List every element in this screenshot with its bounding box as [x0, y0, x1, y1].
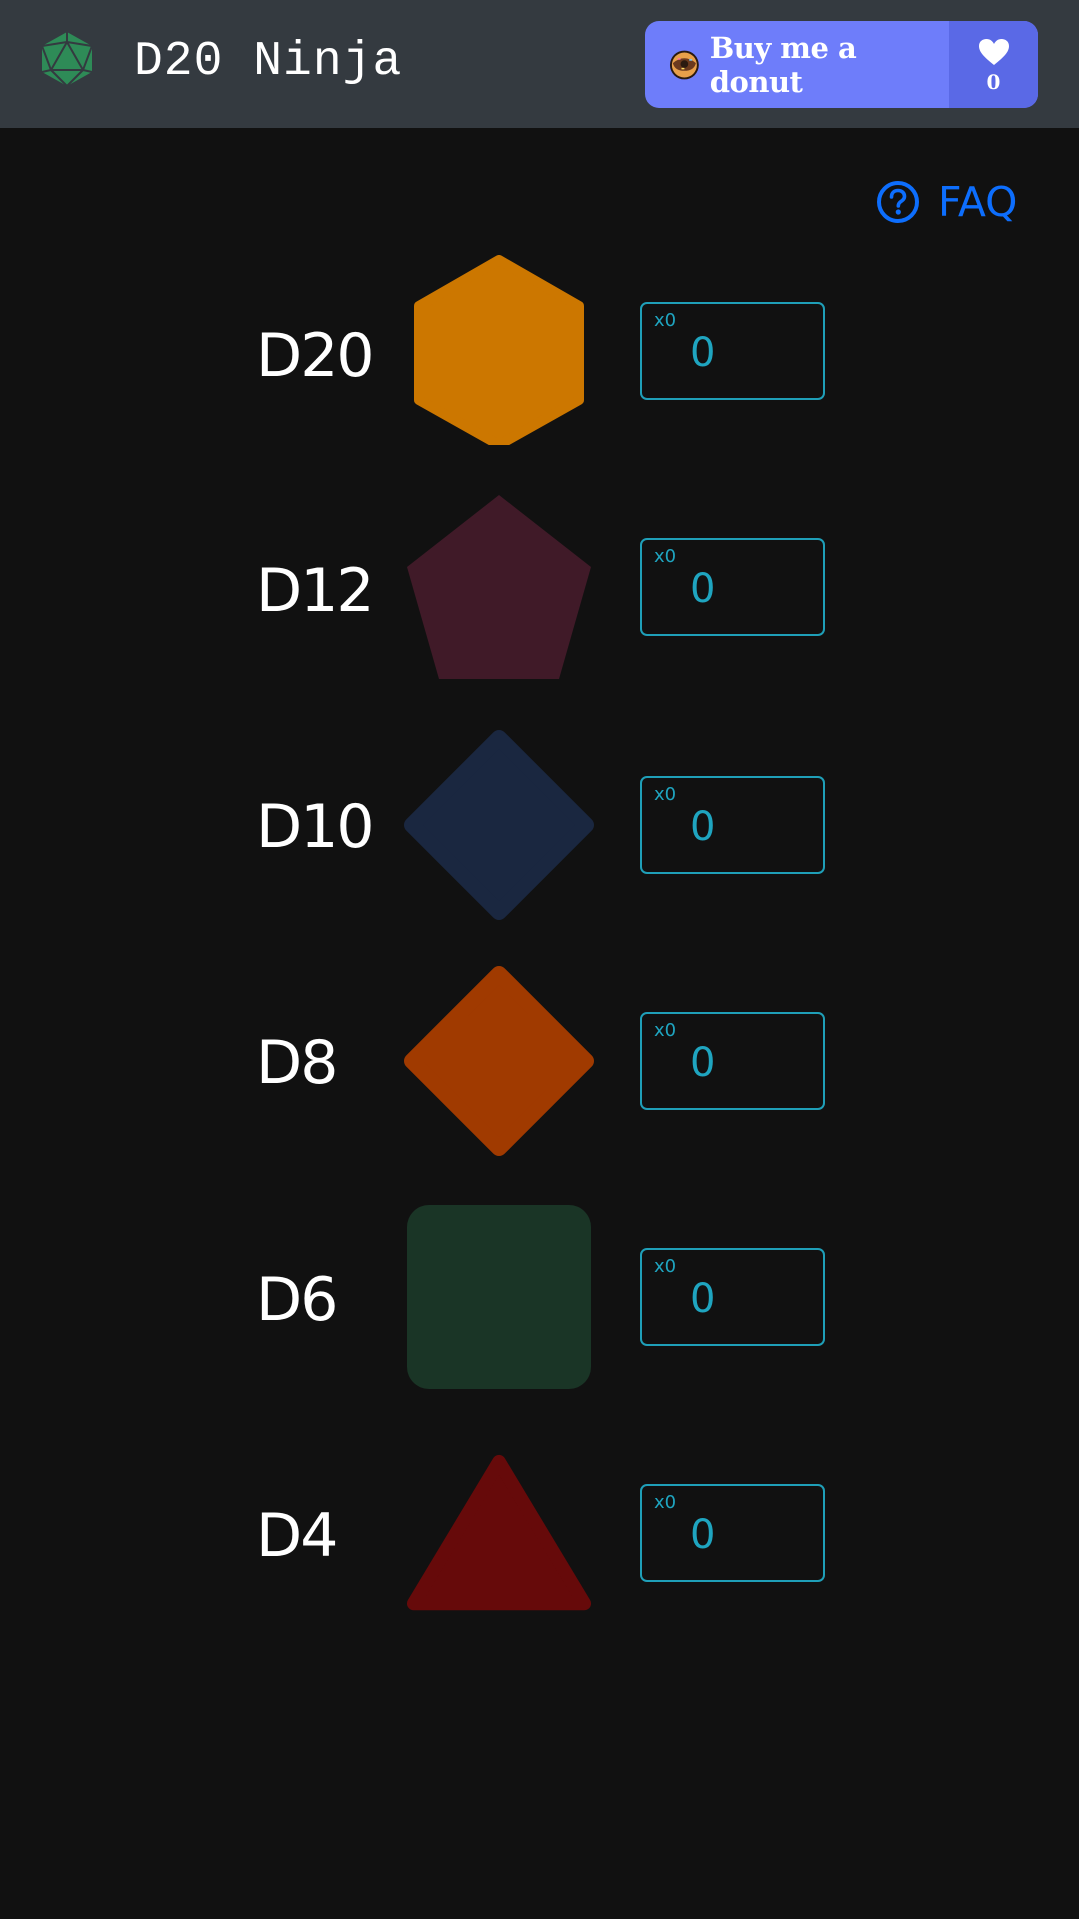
die-roll-count-box[interactable]: x0 0 — [640, 1248, 825, 1346]
donut-button-label: Buy me a donut — [709, 30, 857, 99]
die-roll-count-box[interactable]: x0 0 — [640, 302, 825, 400]
donut-button-main[interactable]: Buy me a donut — [645, 21, 949, 108]
heart-icon — [978, 38, 1009, 65]
die-row-d8: D8 x0 0 — [0, 966, 1079, 1166]
die-roll-count-box[interactable]: x0 0 — [640, 538, 825, 636]
die-multiplier: x0 — [654, 546, 677, 567]
top-navbar: D20 Ninja Buy me a donut 0 — [0, 0, 1079, 128]
die-multiplier: x0 — [654, 1020, 677, 1041]
die-row-d12: D12 x0 0 — [0, 492, 1079, 692]
die-multiplier: x0 — [654, 1256, 677, 1277]
d20-die-button[interactable] — [404, 255, 594, 445]
die-label: D4 — [256, 1501, 338, 1571]
d8-die-button[interactable] — [404, 966, 594, 1156]
d20-logo-icon[interactable] — [39, 30, 95, 88]
die-label: D6 — [256, 1265, 338, 1335]
die-count: 0 — [690, 804, 716, 850]
die-row-d6: D6 x0 0 — [0, 1203, 1079, 1403]
die-label: D12 — [256, 556, 375, 626]
die-roll-count-box[interactable]: x0 0 — [640, 776, 825, 874]
die-label: D20 — [256, 321, 375, 391]
die-row-d20: D20 x0 0 — [0, 255, 1079, 455]
buy-me-a-donut-button[interactable]: Buy me a donut 0 — [645, 21, 1038, 108]
d10-die-button[interactable] — [404, 730, 594, 920]
d12-die-button[interactable] — [404, 492, 594, 682]
die-row-d4: D4 x0 0 — [0, 1449, 1079, 1649]
app-title[interactable]: D20 Ninja — [134, 34, 402, 90]
die-multiplier: x0 — [654, 310, 677, 331]
faq-link[interactable]: FAQ — [876, 178, 1017, 226]
die-count: 0 — [690, 566, 716, 612]
die-count: 0 — [690, 1512, 716, 1558]
d4-die-button[interactable] — [404, 1452, 594, 1615]
question-circle-icon — [877, 181, 919, 223]
die-roll-count-box[interactable]: x0 0 — [640, 1484, 825, 1582]
die-count: 0 — [690, 330, 716, 376]
donut-count-box[interactable]: 0 — [949, 21, 1038, 108]
die-count: 0 — [690, 1276, 716, 1322]
die-count: 0 — [690, 1040, 716, 1086]
die-multiplier: x0 — [654, 1492, 677, 1513]
faq-label: FAQ — [938, 178, 1018, 226]
die-multiplier: x0 — [654, 784, 677, 805]
d6-die-button[interactable] — [407, 1205, 591, 1389]
donut-count: 0 — [986, 69, 1001, 94]
die-label: D10 — [256, 792, 375, 862]
die-row-d10: D10 x0 0 — [0, 730, 1079, 930]
die-roll-count-box[interactable]: x0 0 — [640, 1012, 825, 1110]
donut-icon — [669, 50, 699, 79]
die-label: D8 — [256, 1028, 338, 1098]
